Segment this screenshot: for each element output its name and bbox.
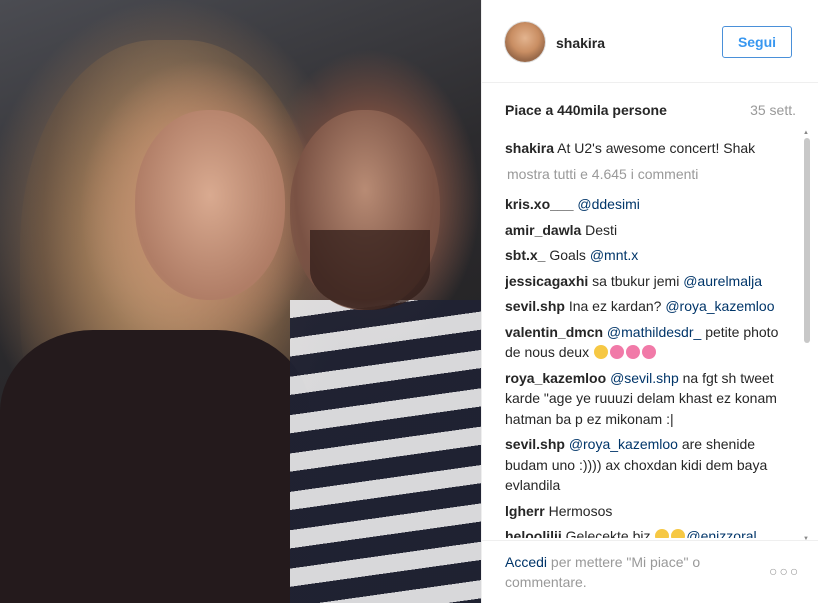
caption-text: At U2's awesome concert! Shak [557,140,756,156]
comment-mention[interactable]: @roya_kazemloo [665,298,774,314]
comment-text: Gelecekte biz [565,528,651,538]
comment-username[interactable]: sbt.x_ [505,247,545,263]
comment-item: kris.xo___ @ddesimi [505,194,795,215]
comment-item: heloolilii Gelecekte biz @enizzoral [505,526,795,538]
comment-item: lgherr Hermosos [505,501,795,522]
post-footer: Accedi per mettere "Mi piace" o commenta… [482,540,818,604]
login-prompt: Accedi per mettere "Mi piace" o commenta… [505,552,735,592]
heart-emoji-icon [641,345,656,359]
comment-username[interactable]: amir_dawla [505,222,581,238]
comment-text: sa tbukur jemi [592,272,680,289]
follow-button[interactable]: Segui [722,26,792,58]
comment-item: sbt.x_ Goals @mnt.x [505,245,795,266]
caption-username[interactable]: shakira [505,140,554,156]
photo-detail [290,300,481,603]
comment-text: Ina ez kardan? [568,298,662,314]
scroll-up-arrow-icon[interactable]: ▲ [803,130,809,136]
comment-mention[interactable]: @sevil.shp [610,370,679,386]
laughing-emoji-icon [593,345,608,359]
comment-item: jessicagaxhi sa tbukur jemi @aurelmalja [505,271,795,292]
caption: shakira At U2's awesome concert! Shak [505,138,795,159]
comment-mention[interactable]: @roya_kazemloo [569,436,678,452]
photo-detail [0,330,310,603]
post-username[interactable]: shakira [556,35,605,51]
comment-username[interactable]: sevil.shp [505,436,565,452]
comment-username[interactable]: heloolilii [505,528,562,538]
comments-scrollbar[interactable]: ▲ ▼ [803,130,811,542]
heart-emoji-icon [625,345,640,359]
comment-username[interactable]: jessicagaxhi [505,273,588,289]
laughing-emoji-icon [671,529,686,538]
post-header: shakira Segui [482,0,818,83]
comment-mention[interactable]: @aurelmalja [683,273,762,289]
photo-detail [135,110,285,300]
heart-emoji-icon [609,345,624,359]
photo-detail [310,230,430,310]
comment-mention[interactable]: @mnt.x [590,247,638,263]
comment-item: sevil.shp Ina ez kardan? @roya_kazemloo [505,296,795,317]
comment-mention[interactable]: @mathildesdr_ [607,324,701,340]
post-side-panel: shakira Segui Piace a 440mila persone 35… [481,0,818,603]
comment-username[interactable]: kris.xo___ [505,196,574,212]
comment-text: Hermosos [548,502,613,519]
laughing-emoji-icon [655,529,670,538]
more-options-icon[interactable]: ○○○ [769,563,800,579]
comment-username[interactable]: lgherr [505,503,545,519]
comment-item: valentin_dmcn @mathildesdr_ petite photo… [505,322,795,363]
comment-text: Goals [549,247,586,263]
comments-list[interactable]: shakira At U2's awesome concert! Shak mo… [505,138,795,538]
scrollbar-thumb[interactable] [804,138,810,343]
comment-item: roya_kazemloo @sevil.shp na fgt sh tweet… [505,368,795,430]
comment-item: amir_dawla Desti [505,220,795,241]
comment-username[interactable]: valentin_dmcn [505,324,603,340]
likes-count[interactable]: Piace a 440mila persone [505,102,667,118]
comment-username[interactable]: roya_kazemloo [505,370,606,386]
comment-mention[interactable]: @enizzoral [686,528,756,538]
login-link[interactable]: Accedi [505,554,547,570]
comment-username[interactable]: sevil.shp [505,298,565,314]
post-timestamp[interactable]: 35 sett. [750,102,796,118]
show-all-comments-link[interactable]: mostra tutti e 4.645 i commenti [507,164,795,185]
post-photo[interactable] [0,0,481,603]
comment-text: Desti [585,221,618,238]
profile-avatar[interactable] [505,22,545,62]
comment-item: sevil.shp @roya_kazemloo are shenide bud… [505,434,795,496]
comment-mention[interactable]: @ddesimi [577,196,639,212]
